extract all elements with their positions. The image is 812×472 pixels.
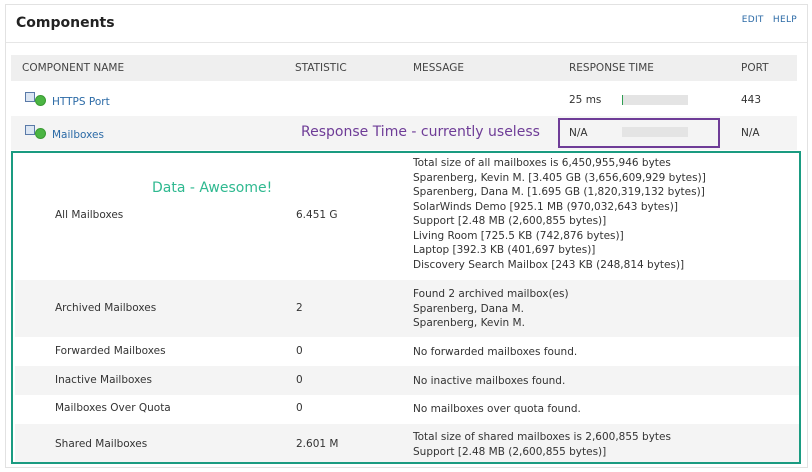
port-value: N/A — [741, 127, 760, 139]
monitor-icon — [25, 125, 35, 135]
header-links: EDIT HELP — [736, 15, 797, 25]
component-row-https-port: HTTPS Port 25 ms 443 — [11, 86, 797, 114]
component-link-https-port[interactable]: HTTPS Port — [52, 96, 110, 108]
annotation-response-time: Response Time - currently useless — [301, 124, 540, 140]
response-time-value: 25 ms — [569, 94, 602, 106]
column-header-response-time: RESPONSE TIME — [569, 62, 654, 74]
status-dot-icon — [35, 128, 46, 139]
response-time-bar — [622, 95, 688, 105]
annotation-box-response-time — [558, 118, 720, 148]
column-header-statistic: STATISTIC — [295, 62, 347, 74]
annotation-data: Data - Awesome! — [152, 180, 273, 196]
annotation-box-data — [11, 151, 801, 464]
edit-link[interactable]: EDIT — [742, 15, 764, 25]
column-header-name: COMPONENT NAME — [22, 62, 125, 74]
status-dot-icon — [35, 95, 46, 106]
port-value: 443 — [741, 94, 762, 106]
column-header-row: COMPONENT NAME STATISTIC MESSAGE RESPONS… — [11, 55, 797, 81]
column-header-port: PORT — [741, 62, 769, 74]
component-link-mailboxes[interactable]: Mailboxes — [52, 129, 104, 141]
status-up-icon — [25, 92, 47, 106]
panel-header: Components EDIT HELP — [6, 5, 807, 43]
help-link[interactable]: HELP — [773, 15, 797, 25]
status-up-icon — [25, 125, 47, 139]
column-header-message: MESSAGE — [413, 62, 464, 74]
response-time-bar-fill — [622, 95, 624, 105]
panel-title: Components — [16, 15, 115, 31]
monitor-icon — [25, 92, 35, 102]
